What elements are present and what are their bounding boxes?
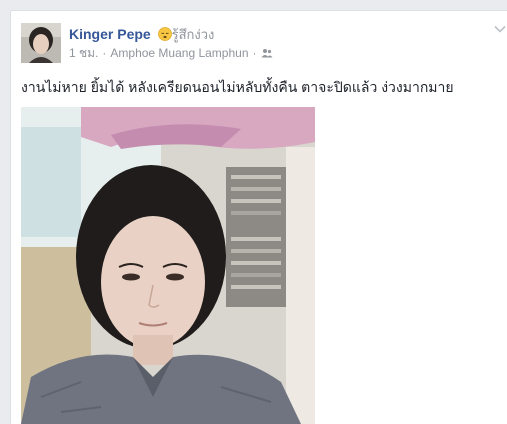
meta-separator: · bbox=[102, 46, 107, 60]
post-timestamp[interactable]: 1 ชม. bbox=[69, 46, 98, 60]
author-name[interactable]: Kinger Pepe bbox=[69, 26, 151, 42]
sleepy-face-icon bbox=[157, 27, 172, 41]
meta-separator: · bbox=[252, 46, 257, 60]
avatar-image bbox=[21, 23, 61, 63]
author-header: Kinger Pepe รู้สึกง่วง bbox=[69, 24, 214, 45]
selfie-photo bbox=[21, 107, 315, 424]
post-body-text: งานไม่หาย ยิ้มได้ หลังเครียดนอนไม่หลับทั… bbox=[21, 79, 454, 95]
post-meta: 1 ชม. · Amphoe Muang Lamphun · bbox=[69, 44, 273, 63]
feeling-status: รู้สึกง่วง bbox=[155, 27, 215, 42]
post-photo[interactable] bbox=[21, 107, 315, 424]
author-avatar[interactable] bbox=[21, 23, 61, 63]
post-card: Kinger Pepe รู้สึกง่วง 1 ชม. · Amphoe Muan… bbox=[10, 10, 507, 424]
chevron-down-icon[interactable] bbox=[494, 25, 506, 33]
friends-icon[interactable] bbox=[261, 48, 273, 58]
post-location[interactable]: Amphoe Muang Lamphun bbox=[110, 46, 248, 60]
feeling-label[interactable]: รู้สึกง่วง bbox=[172, 27, 215, 42]
